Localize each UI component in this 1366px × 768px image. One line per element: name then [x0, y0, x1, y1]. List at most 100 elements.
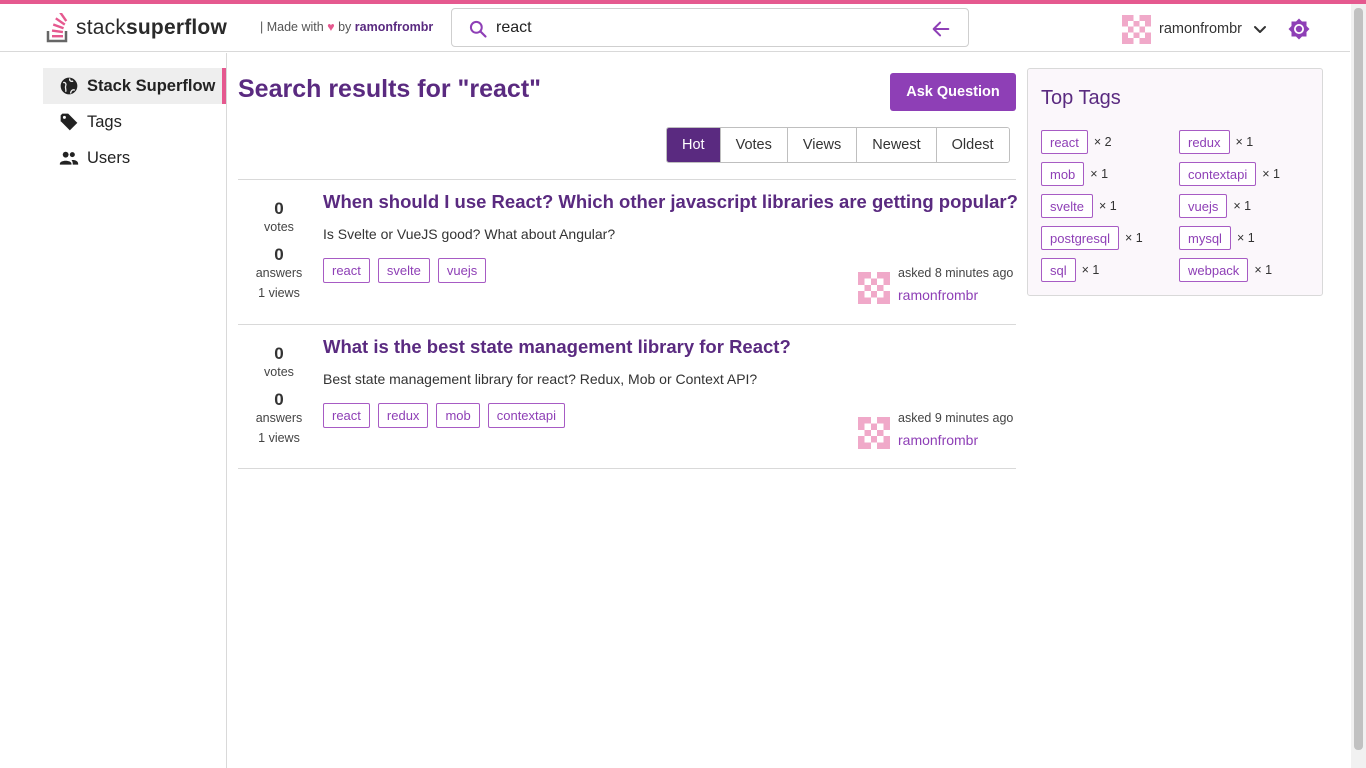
globe-icon: [60, 77, 78, 95]
tag-count: × 1: [1262, 167, 1280, 181]
top-tag-item: contextapi × 1: [1179, 162, 1280, 186]
top-tag-item: sql × 1: [1041, 258, 1099, 282]
author-link[interactable]: ramonfrombr: [898, 287, 978, 303]
top-tag-item: svelte × 1: [1041, 194, 1117, 218]
tag-count: × 1: [1124, 231, 1143, 245]
top-tag-item: webpack × 1: [1179, 258, 1272, 282]
sort-hot-button[interactable]: Hot: [667, 128, 721, 162]
top-tag-item: vuejs × 1: [1179, 194, 1251, 218]
tag-svelte[interactable]: svelte: [377, 258, 430, 283]
question-stats: 0 votes 0 answers 1 views: [238, 198, 320, 300]
view-count: 1 views: [258, 431, 300, 445]
top-tags-panel: Top Tags react × 2 redux × 1 mob × 1 con…: [1027, 68, 1323, 296]
tag-count: × 1: [1235, 135, 1254, 149]
tag-mob[interactable]: mob: [436, 403, 480, 428]
page-scrollbar[interactable]: [1351, 4, 1366, 768]
tag-count: × 1: [1081, 263, 1100, 277]
question-excerpt: Best state management library for react?…: [323, 371, 758, 387]
user-name: ramonfrombr: [1159, 21, 1242, 37]
tag-redux[interactable]: redux: [1179, 130, 1230, 154]
sort-newest-button[interactable]: Newest: [857, 128, 937, 162]
scrollbar-thumb[interactable]: [1354, 8, 1363, 750]
tag-mysql[interactable]: mysql: [1179, 226, 1231, 250]
search-icon: [469, 20, 487, 38]
tag-react[interactable]: react: [323, 258, 370, 283]
top-tag-item: mysql × 1: [1179, 226, 1255, 250]
logo-text-bold: superflow: [126, 16, 227, 39]
tag-count: × 2: [1093, 135, 1112, 149]
logo-text-light: stack: [76, 16, 127, 39]
avatar[interactable]: [858, 272, 890, 304]
question-tags: react svelte vuejs: [323, 258, 487, 283]
avatar[interactable]: [858, 417, 890, 449]
top-tag-item: react × 2: [1041, 130, 1112, 154]
tag-sql[interactable]: sql: [1041, 258, 1076, 282]
sidebar-item-tags[interactable]: Tags: [43, 104, 226, 140]
tag-react[interactable]: react: [1041, 130, 1088, 154]
sort-oldest-button[interactable]: Oldest: [936, 128, 1009, 162]
question-row: 0 votes 0 answers 1 views When should I …: [238, 180, 1018, 325]
made-with-by: by: [338, 20, 352, 34]
chevron-down-icon: [1254, 26, 1266, 33]
tag-contextapi[interactable]: contextapi: [487, 403, 565, 428]
tag-webpack[interactable]: webpack: [1179, 258, 1249, 282]
tag-count: × 1: [1098, 199, 1117, 213]
made-with-prefix: | Made with: [260, 20, 324, 34]
question-title[interactable]: What is the best state management librar…: [323, 336, 791, 358]
sort-views-button[interactable]: Views: [787, 128, 858, 162]
tag-contextapi[interactable]: contextapi: [1179, 162, 1257, 186]
vote-label: votes: [264, 220, 294, 234]
top-tag-item: postgresql × 1: [1041, 226, 1143, 250]
tag-react[interactable]: react: [323, 403, 370, 428]
sidebar: Stack Superflow Tags Users: [0, 53, 227, 768]
logo-text: stacksuperflow: [76, 13, 227, 43]
tag-icon: [60, 113, 78, 131]
top-tag-item: mob × 1: [1041, 162, 1108, 186]
author-link[interactable]: ramonfrombr: [898, 432, 978, 448]
users-icon: [59, 151, 79, 165]
sidebar-item-label: Tags: [87, 112, 122, 131]
question-title[interactable]: When should I use React? Which other jav…: [323, 191, 1018, 213]
tag-mob[interactable]: mob: [1041, 162, 1085, 186]
sort-votes-button[interactable]: Votes: [720, 128, 788, 162]
question-excerpt: Is Svelte or VueJS good? What about Angu…: [323, 226, 616, 242]
sidebar-item-users[interactable]: Users: [43, 140, 226, 176]
vote-count: 0: [274, 199, 284, 218]
asked-time: asked 9 minutes ago: [898, 411, 1014, 425]
top-tags-title: Top Tags: [1041, 87, 1121, 109]
question-tags: react redux mob contextapi: [323, 403, 565, 428]
ask-question-button[interactable]: Ask Question: [890, 73, 1016, 111]
page-title: Search results for "react": [238, 75, 542, 103]
sort-tabs: Hot Votes Views Newest Oldest: [666, 127, 1010, 163]
tag-vuejs[interactable]: vuejs: [437, 258, 487, 283]
tag-svelte[interactable]: svelte: [1041, 194, 1093, 218]
stack-logo-icon: [46, 13, 68, 43]
search-input[interactable]: [496, 16, 916, 40]
answer-label: answers: [255, 266, 303, 280]
tag-count: × 1: [1254, 263, 1273, 277]
app-header: stacksuperflow | Made with ♥ by ramonfro…: [0, 4, 1350, 52]
tag-count: × 1: [1233, 199, 1252, 213]
heart-icon: ♥: [327, 20, 335, 34]
made-with-credit: | Made with ♥ by ramonfrombr: [260, 20, 433, 34]
tag-count: × 1: [1090, 167, 1109, 181]
question-stats: 0 votes 0 answers 1 views: [238, 343, 320, 445]
tag-vuejs[interactable]: vuejs: [1179, 194, 1228, 218]
brightness-icon[interactable]: [1287, 17, 1311, 41]
question-list: 0 votes 0 answers 1 views When should I …: [238, 179, 1018, 469]
logo[interactable]: stacksuperflow: [46, 13, 227, 43]
sidebar-item-label: Stack Superflow: [87, 76, 216, 95]
user-menu[interactable]: ramonfrombr: [1122, 14, 1268, 44]
made-with-author[interactable]: ramonfrombr: [355, 20, 433, 34]
vote-count: 0: [274, 344, 284, 363]
answer-label: answers: [255, 411, 303, 425]
tag-redux[interactable]: redux: [377, 403, 429, 428]
tag-postgresql[interactable]: postgresql: [1041, 226, 1119, 250]
arrow-left-icon[interactable]: [930, 18, 952, 40]
answer-count: 0: [274, 245, 284, 264]
search-box: [451, 8, 969, 47]
vote-label: votes: [264, 365, 294, 379]
view-count: 1 views: [258, 286, 300, 300]
sidebar-item-stack-superflow[interactable]: Stack Superflow: [43, 68, 226, 104]
tag-count: × 1: [1236, 231, 1255, 245]
